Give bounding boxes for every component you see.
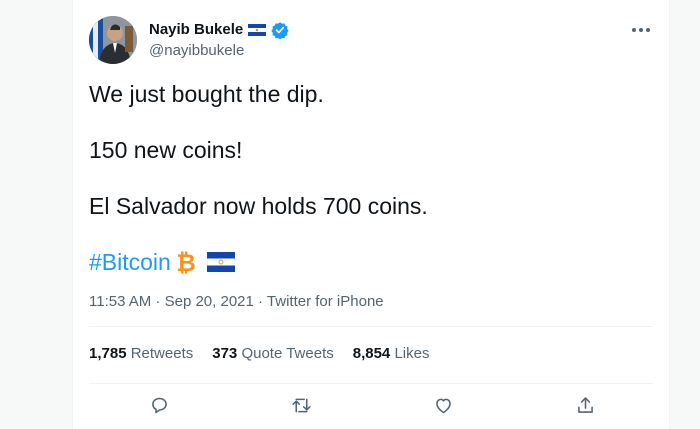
reply-icon (151, 397, 167, 413)
tweet-actions (73, 391, 669, 419)
avatar[interactable] (89, 16, 137, 64)
bitcoin-emoji-icon: ₿ (176, 249, 196, 275)
tweet-source-link[interactable]: Twitter for iPhone (267, 293, 384, 310)
retweets-stat-link[interactable]: 1,785 Retweets (89, 344, 193, 364)
retweets-count: 1,785 (89, 345, 127, 362)
tweet-line-3: El Salvador now holds 700 coins. (89, 193, 428, 219)
name-row: Nayib Bukele (149, 20, 289, 40)
el-salvador-flag-icon (248, 24, 267, 36)
quote-tweets-stat-link[interactable]: 373 Quote Tweets (212, 344, 333, 364)
user-handle[interactable]: @nayibbukele (149, 41, 244, 61)
more-dots-icon (632, 28, 636, 32)
tweet-stats: 1,785 Retweets 373 Quote Tweets 8,854 Li… (89, 344, 429, 364)
tweet-date-link[interactable]: Sep 20, 2021 (165, 293, 254, 310)
retweet-button[interactable] (287, 391, 315, 419)
display-name[interactable]: Nayib Bukele (149, 20, 243, 40)
more-options-button[interactable] (629, 20, 653, 40)
like-icon (435, 398, 451, 413)
likes-stat-link[interactable]: 8,854 Likes (353, 344, 430, 364)
tweet-line-1: We just bought the dip. (89, 81, 324, 107)
tweet-line-2: 150 new coins! (89, 137, 243, 163)
more-dots-icon (639, 28, 643, 32)
tweet-meta: 11:53 AM · Sep 20, 2021 · Twitter for iP… (89, 292, 384, 312)
tweet-time-link[interactable]: 11:53 AM (89, 293, 151, 310)
tweet-line-4: #Bitcoin ₿ (89, 248, 235, 276)
meta-separator: · (253, 293, 267, 310)
like-button[interactable] (429, 391, 457, 419)
avatar-image (89, 16, 137, 64)
likes-label: Likes (394, 345, 430, 362)
retweet-icon (291, 398, 311, 412)
quote-tweets-label: Quote Tweets (241, 345, 334, 362)
el-salvador-flag-emoji-icon (206, 252, 235, 272)
divider (89, 383, 653, 384)
reply-button[interactable] (145, 391, 173, 419)
more-dots-icon (646, 28, 650, 32)
meta-separator: · (151, 293, 165, 310)
verified-badge-icon (271, 22, 289, 39)
share-button[interactable] (571, 391, 599, 419)
bitcoin-hashtag-link[interactable]: #Bitcoin (89, 248, 171, 276)
retweets-label: Retweets (130, 345, 194, 362)
svg-text:₿: ₿ (176, 249, 196, 275)
tweet-header: Nayib Bukele @nayibbukele (89, 16, 653, 66)
share-icon (577, 396, 593, 413)
likes-count: 8,854 (352, 345, 391, 362)
quote-tweets-count: 373 (212, 345, 238, 362)
divider (89, 326, 653, 327)
tweet-card: Nayib Bukele @nayibbukele We just bought… (72, 0, 670, 429)
